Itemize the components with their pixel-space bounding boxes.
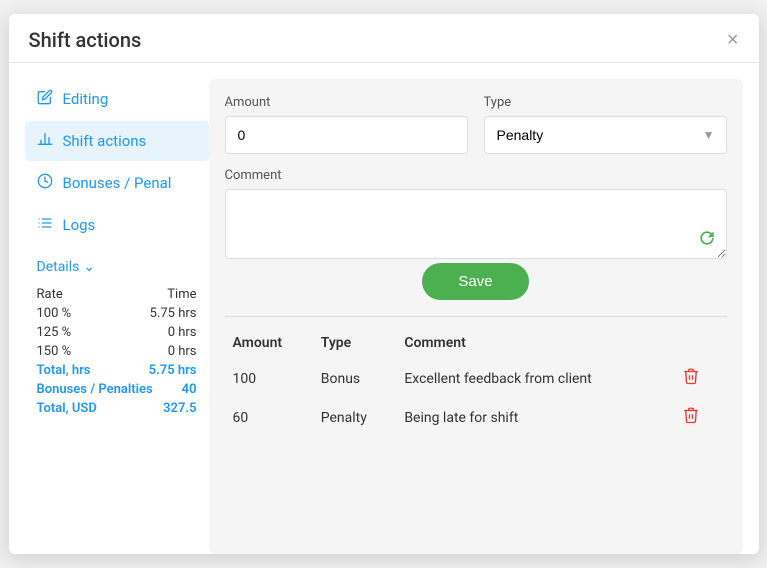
details-time-header: Time bbox=[167, 287, 196, 302]
sidebar-item-editing-label: Editing bbox=[63, 90, 109, 108]
delete-row-1-button[interactable] bbox=[678, 365, 704, 392]
col-amount: Amount bbox=[225, 331, 313, 359]
modal-body: Editing Shift actions bbox=[9, 63, 759, 554]
sidebar-item-shift-actions-label: Shift actions bbox=[63, 132, 147, 150]
chart-icon bbox=[37, 131, 53, 151]
table-body: 100 Bonus Excellent feedback from client bbox=[225, 359, 727, 437]
list-icon bbox=[37, 215, 53, 235]
table-header-row: Amount Type Comment bbox=[225, 331, 727, 359]
cell-comment-1: Excellent feedback from client bbox=[396, 359, 670, 398]
delete-row-2-button[interactable] bbox=[678, 404, 704, 431]
sidebar-item-editing[interactable]: Editing bbox=[25, 79, 209, 119]
col-comment: Comment bbox=[396, 331, 670, 359]
type-label: Type bbox=[484, 95, 727, 110]
sidebar-item-bonuses-label: Bonuses / Penal bbox=[63, 174, 172, 192]
details-row-125: 125 % 0 hrs bbox=[37, 323, 197, 342]
details-total-hrs-label: Total, hrs bbox=[37, 363, 91, 378]
cell-amount-2: 60 bbox=[225, 398, 313, 437]
details-125-label: 125 % bbox=[37, 325, 72, 340]
amount-label: Amount bbox=[225, 95, 468, 110]
details-row-bonuses: Bonuses / Penalties 40 bbox=[37, 380, 197, 399]
actions-table: Amount Type Comment 100 Bonus Excellent … bbox=[225, 331, 727, 437]
cell-type-2: Penalty bbox=[313, 398, 397, 437]
details-row-150: 150 % 0 hrs bbox=[37, 342, 197, 361]
details-toggle[interactable]: Details ⌄ bbox=[37, 259, 197, 275]
type-select[interactable]: Bonus Penalty bbox=[484, 116, 727, 154]
modal-title: Shift actions bbox=[29, 28, 142, 52]
cell-comment-2: Being late for shift bbox=[396, 398, 670, 437]
form-group-amount: Amount bbox=[225, 95, 468, 154]
edit-icon bbox=[37, 89, 53, 109]
sidebar: Editing Shift actions bbox=[9, 79, 209, 554]
details-150-label: 150 % bbox=[37, 344, 72, 359]
comment-textarea[interactable] bbox=[225, 189, 727, 259]
form-group-comment: Comment bbox=[225, 168, 727, 263]
main-content: Amount Type Bonus Penalty ▼ Commen bbox=[209, 79, 743, 554]
details-total-usd-label: Total, USD bbox=[37, 401, 97, 416]
details-rate-header: Rate bbox=[37, 287, 63, 302]
details-150-value: 0 hrs bbox=[168, 344, 197, 359]
comment-label: Comment bbox=[225, 168, 727, 183]
clock-icon bbox=[37, 173, 53, 193]
details-row-total-hrs: Total, hrs 5.75 hrs bbox=[37, 361, 197, 380]
amount-input[interactable] bbox=[225, 116, 468, 154]
refresh-icon bbox=[697, 228, 717, 253]
divider bbox=[225, 316, 727, 317]
details-bonuses-label: Bonuses / Penalties bbox=[37, 382, 153, 397]
chevron-down-icon: ⌄ bbox=[83, 259, 95, 275]
details-toggle-label: Details bbox=[37, 259, 80, 275]
save-button[interactable]: Save bbox=[422, 263, 528, 300]
sidebar-item-logs-label: Logs bbox=[63, 216, 96, 234]
sidebar-item-logs[interactable]: Logs bbox=[25, 205, 209, 245]
details-table: Rate Time 100 % 5.75 hrs 125 % 0 hrs 150… bbox=[37, 285, 197, 418]
close-button[interactable]: × bbox=[727, 30, 739, 50]
sidebar-item-bonuses[interactable]: Bonuses / Penal bbox=[25, 163, 209, 203]
form-group-type: Type Bonus Penalty ▼ bbox=[484, 95, 727, 154]
col-type: Type bbox=[313, 331, 397, 359]
details-100-value: 5.75 hrs bbox=[150, 306, 197, 321]
col-action bbox=[670, 331, 727, 359]
details-100-label: 100 % bbox=[37, 306, 72, 321]
modal-header: Shift actions × bbox=[9, 14, 759, 63]
modal-container: Shift actions × Editing bbox=[9, 14, 759, 554]
cell-type-1: Bonus bbox=[313, 359, 397, 398]
table-row: 60 Penalty Being late for shift bbox=[225, 398, 727, 437]
details-total-usd-value: 327.5 bbox=[163, 401, 196, 416]
form-row-amount-type: Amount Type Bonus Penalty ▼ bbox=[225, 95, 727, 154]
type-select-wrapper: Bonus Penalty ▼ bbox=[484, 116, 727, 154]
details-bonuses-value: 40 bbox=[182, 382, 197, 397]
details-section: Details ⌄ Rate Time 100 % 5.75 hrs 125 %… bbox=[25, 247, 209, 418]
cell-delete-1 bbox=[670, 359, 727, 398]
sidebar-item-shift-actions[interactable]: Shift actions bbox=[25, 121, 209, 161]
comment-wrapper bbox=[225, 189, 727, 263]
table-header: Amount Type Comment bbox=[225, 331, 727, 359]
details-total-hrs-value: 5.75 hrs bbox=[149, 363, 197, 378]
details-row-100: 100 % 5.75 hrs bbox=[37, 304, 197, 323]
table-row: 100 Bonus Excellent feedback from client bbox=[225, 359, 727, 398]
cell-delete-2 bbox=[670, 398, 727, 437]
details-row-total-usd: Total, USD 327.5 bbox=[37, 399, 197, 418]
details-row-header: Rate Time bbox=[37, 285, 197, 304]
details-125-value: 0 hrs bbox=[168, 325, 197, 340]
cell-amount-1: 100 bbox=[225, 359, 313, 398]
